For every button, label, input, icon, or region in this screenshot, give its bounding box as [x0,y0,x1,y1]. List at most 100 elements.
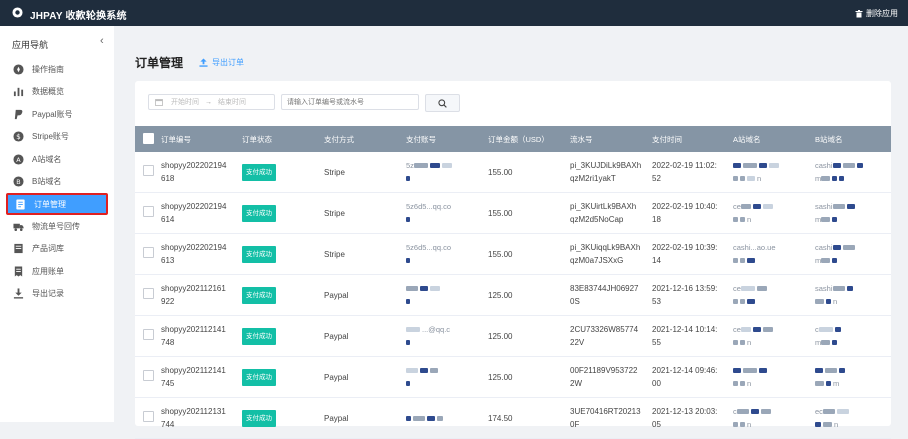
order-number-line1: shopyy202112161 [161,284,226,293]
sidebar-item-paypal[interactable]: Paypal账号 [0,103,114,125]
redacted-mark [832,340,838,346]
col-method: 支付方式 [320,126,402,152]
redacted-mark [759,163,767,169]
table-row[interactable]: shopyy202112141 748 支付成功 Paypal ...@qq.c … [135,315,891,357]
sidebar-item-billing[interactable]: 应用账单 [0,260,114,282]
redacted-mark [846,204,855,210]
serial-line1: 83E83744JH06927 [570,284,639,293]
row-checkbox[interactable] [143,287,154,299]
table-row[interactable]: shopyy202202194 618 支付成功 Stripe 5z 155.00… [135,152,891,193]
status-badge: 支付成功 [242,286,276,304]
sidebar-item-overview[interactable]: 数据概览 [0,81,114,103]
order-number-cell: shopyy202202194 614 [157,192,238,234]
table-row[interactable]: shopyy202202194 613 支付成功 Stripe 5z6d5...q… [135,233,891,275]
status-cell: 支付成功 [238,315,320,357]
search-button[interactable] [425,94,460,112]
status-badge: 支付成功 [242,409,276,427]
redacted-mark [842,245,855,251]
serial-line1: pi_3KUiqqLk9BAXh [570,243,641,252]
search-icon [438,98,447,108]
sidebar-item-export-records[interactable]: 导出记录 [0,283,114,305]
a-domain-cell: ce n [729,315,811,357]
row-checkbox[interactable] [143,164,154,176]
date-range-picker[interactable]: 开始时间 → 结束时间 [148,94,275,110]
order-number-line1: shopyy202202194 [161,161,227,170]
status-badge: 支付成功 [242,327,276,345]
serial-line2: 0F [570,420,580,429]
date-start-placeholder: 开始时间 [171,99,199,106]
order-number-line2: 745 [161,379,175,388]
order-number-cell: shopyy202112141 745 [157,356,238,398]
redacted-mark [740,381,745,387]
sidebar-item-label: 导出记录 [32,289,64,298]
time-line2: 18 [652,215,661,224]
col-amount: 订单金额（USD） [484,126,566,152]
table-row[interactable]: shopyy202112161 922 支付成功 Paypal 125.00 83… [135,274,891,316]
time-cell: 2021-12-13 20:03: 05 [648,397,729,439]
redacted-mark [740,217,745,223]
row-checkbox[interactable] [143,328,154,340]
collapse-sidebar-button[interactable]: ‹ [100,35,104,47]
redacted-mark [747,258,755,264]
export-orders-button[interactable]: 导出订单 [199,57,244,68]
redacted-mark [437,415,443,421]
redacted-mark [406,368,418,374]
redacted-mark [406,340,410,346]
redacted-mark [733,217,738,223]
a-domain-cell: n [729,152,811,193]
account-text: 5z6d5...qq.co [406,243,452,252]
sidebar-item-b-domain[interactable]: B B站域名 [0,171,114,193]
account-cell: 5z6d5...qq.co [402,192,484,234]
table-row[interactable]: shopyy202112131 744 支付成功 Paypal 174.50 3U… [135,397,891,439]
row-checkbox[interactable] [143,410,154,422]
delete-app-label: 删除应用 [866,9,898,18]
redacted-mark [826,381,831,387]
trash-icon [855,9,863,17]
paypal-icon [14,109,23,119]
a-circle-icon: A [13,153,24,165]
redacted-mark [740,327,751,333]
sidebar-item-label: 订单管理 [34,199,66,209]
delete-app-button[interactable]: 删除应用 [855,8,898,19]
select-all-checkbox[interactable] [143,132,154,144]
export-orders-label: 导出订单 [212,58,245,67]
time-cell: 2022-02-19 11:02: 52 [648,152,729,193]
order-number-line1: shopyy202112141 [161,325,226,334]
account-cell: ...@qq.c [402,315,484,357]
sidebar-item-products[interactable]: 产品词库 [0,238,114,260]
sidebar-item-logistics[interactable]: 物流单号回传 [0,215,114,237]
sidebar-item-guide[interactable]: 操作指南 [0,58,114,80]
redacted-mark [740,422,745,428]
order-number-cell: shopyy202112161 922 [157,274,238,316]
serial-cell: 83E83744JH06927 0S [566,274,648,316]
redacted-mark [752,327,761,333]
serial-line1: pi_3KUirtLk9BAXh [570,202,637,211]
sidebar-item-label: Paypal账号 [32,109,73,119]
row-checkbox[interactable] [143,246,154,258]
serial-line2: qzM2ri1yakT [570,174,616,183]
account-cell: 5z [402,152,484,193]
time-line1: 2022-02-19 10:40: [652,202,718,211]
filter-bar: 开始时间 → 结束时间 [148,94,460,112]
sidebar-item-stripe[interactable]: $ Stripe账号 [0,126,114,148]
b-domain-text: ec [815,407,823,416]
date-end-placeholder: 结束时间 [218,99,246,106]
sidebar-item-a-domain[interactable]: A A站域名 [0,148,114,170]
table-row[interactable]: shopyy202202194 614 支付成功 Stripe 5z6d5...q… [135,192,891,234]
order-number-line2: 922 [161,297,175,306]
amount-cell: 125.00 [484,274,566,316]
row-checkbox[interactable] [143,369,154,381]
table-row[interactable]: shopyy202112141 745 支付成功 Paypal 125.00 00… [135,356,891,398]
col-serial: 流水号 [566,126,648,152]
row-checkbox[interactable] [143,205,154,217]
b-domain-text: sashi [815,284,833,293]
redacted-mark [815,299,824,305]
time-line2: 14 [652,256,661,265]
sidebar-item-orders[interactable]: 订单管理 [6,193,108,215]
redacted-mark [839,368,845,374]
a-domain-text: n [747,420,752,429]
order-search-input[interactable] [281,94,419,110]
download-icon [13,288,24,299]
a-domain-text: cashi...ao.ue [733,243,776,252]
order-number-line1: shopyy202202194 [161,202,227,211]
